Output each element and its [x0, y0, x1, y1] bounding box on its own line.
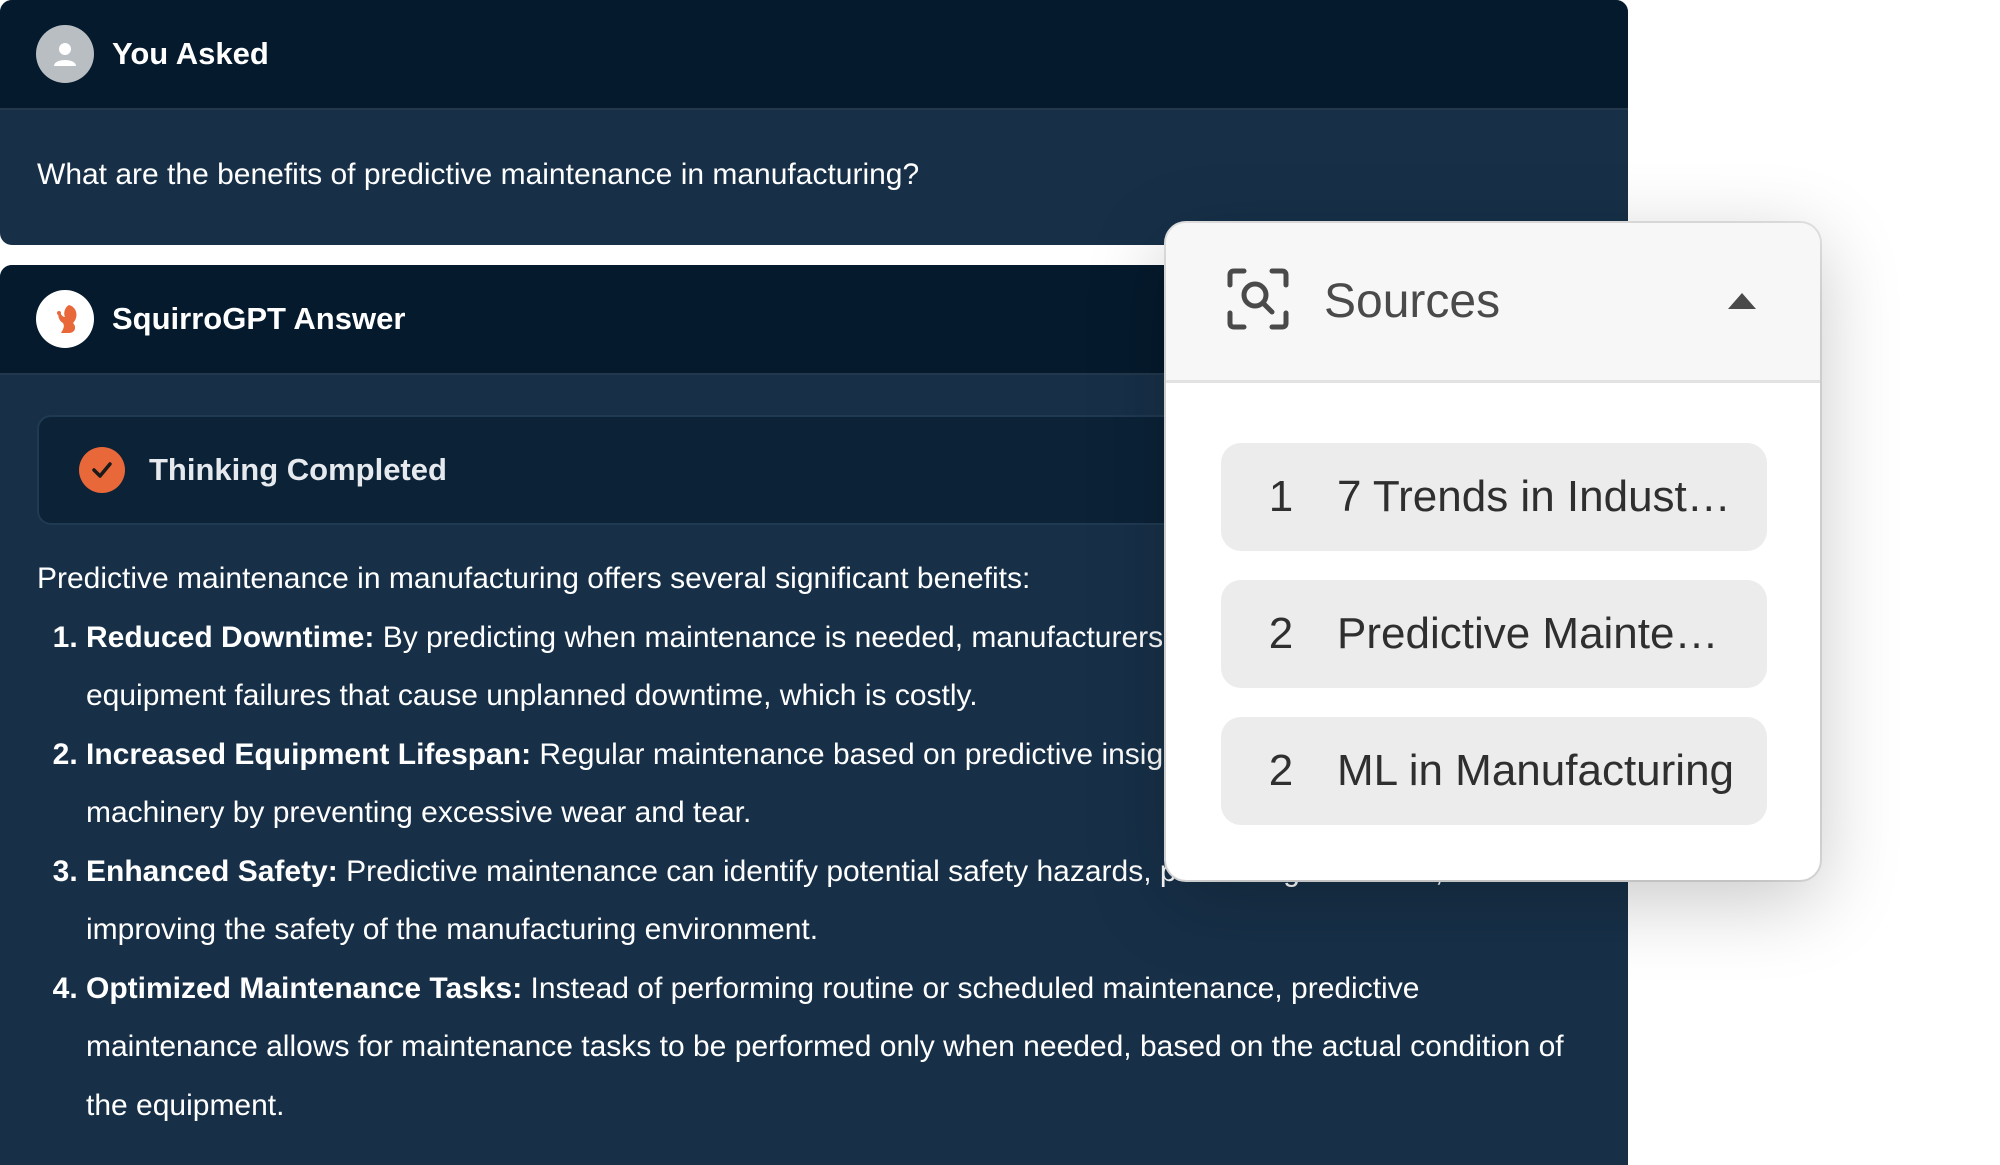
list-item-heading: Enhanced Safety: — [86, 854, 338, 888]
source-item[interactable]: 1 7 Trends in Industry 4.0 — [1221, 443, 1767, 551]
scan-search-icon — [1226, 267, 1290, 336]
question-text: What are the benefits of predictive main… — [37, 158, 920, 191]
sources-panel: Sources 1 7 Trends in Industry 4.0 2 Pre… — [1166, 223, 1820, 880]
source-item[interactable]: 2 Predictive Maintenance — [1221, 580, 1767, 688]
squirrel-logo-icon — [36, 290, 94, 348]
sources-header[interactable]: Sources — [1166, 223, 1820, 383]
list-item-heading: Reduced Downtime: — [86, 620, 375, 654]
list-item-heading: Optimized Maintenance Tasks: — [86, 971, 523, 1005]
answer-header-title: SquirroGPT Answer — [112, 301, 406, 336]
list-item: Optimized Maintenance Tasks: Instead of … — [86, 960, 1577, 1136]
thinking-status-label: Thinking Completed — [149, 452, 447, 487]
list-item-heading: Increased Equipment Lifespan: — [86, 737, 532, 771]
source-label: Predictive Maintenance — [1337, 609, 1737, 658]
source-label: ML in Manufacturing — [1337, 746, 1735, 795]
source-number: 2 — [1268, 609, 1294, 658]
user-question-card: You Asked What are the benefits of predi… — [0, 0, 1628, 245]
question-header: You Asked — [0, 0, 1628, 110]
caret-up-icon[interactable] — [1728, 293, 1756, 309]
source-label: 7 Trends in Industry 4.0 — [1337, 472, 1737, 521]
question-header-title: You Asked — [112, 36, 269, 71]
sources-title: Sources — [1324, 275, 1501, 328]
check-icon — [79, 447, 125, 493]
source-item[interactable]: 2 ML in Manufacturing — [1221, 717, 1767, 825]
source-number: 2 — [1268, 746, 1294, 795]
source-number: 1 — [1268, 472, 1294, 521]
user-avatar-icon — [36, 25, 94, 83]
